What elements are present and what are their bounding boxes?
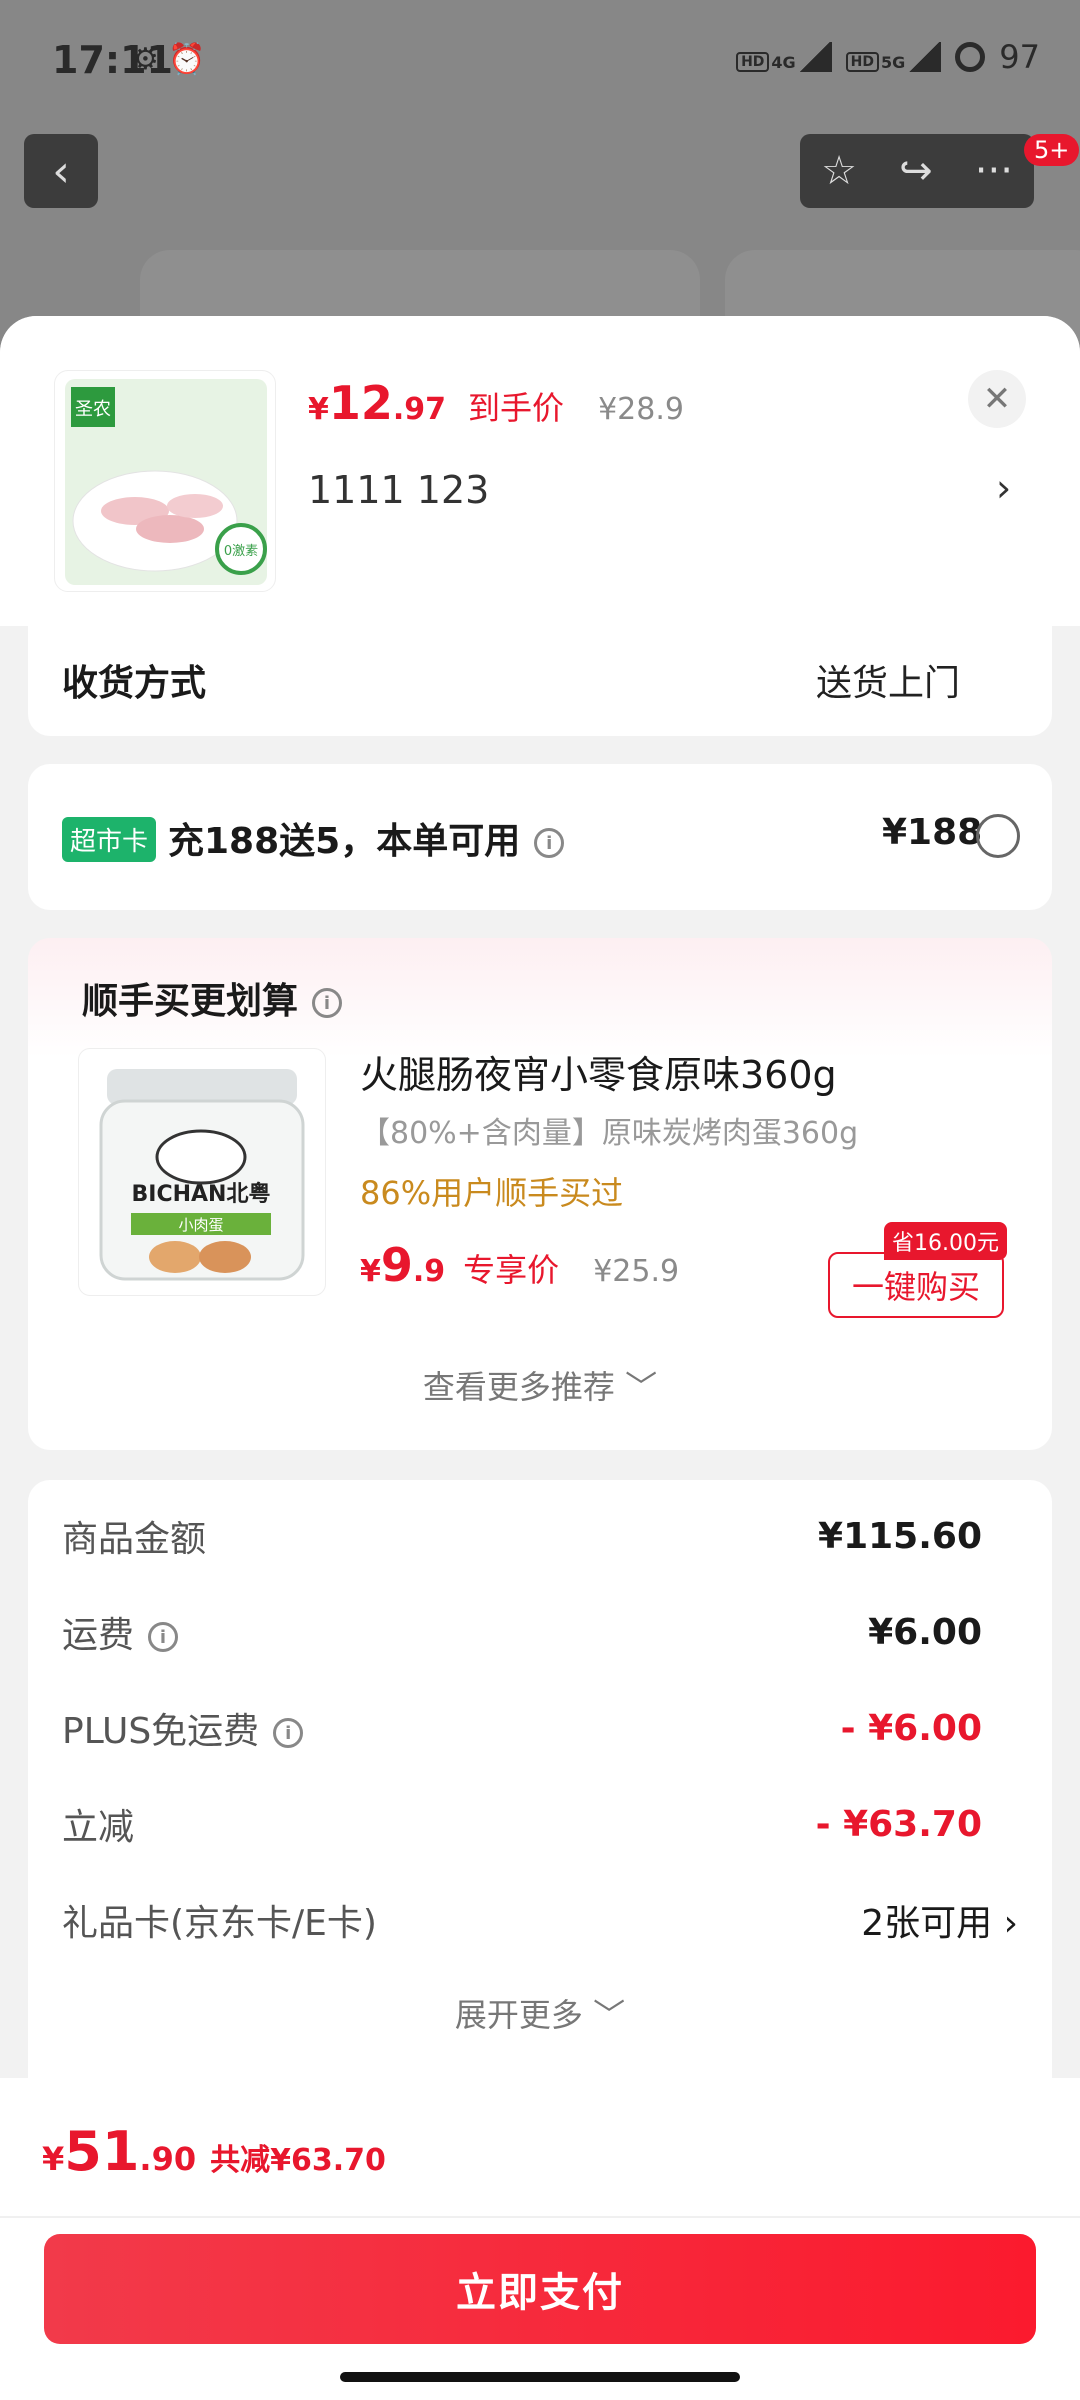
checkout-footer: ¥ 51 .90 共减¥63.70 立即支付 (0, 2078, 1080, 2400)
info-icon[interactable]: i (312, 988, 343, 1018)
status-indicators: HD 4G HD 5G 97 (736, 38, 1040, 76)
summary-row: 商品金额 ¥115.60 (62, 1510, 982, 1562)
price-decimal: .97 (392, 392, 447, 427)
price-decimal: .9 (412, 1254, 446, 1289)
total-savings: 共减¥63.70 (210, 2143, 386, 2178)
summary-label: 礼品卡(京东卡/E卡) (62, 1903, 377, 1944)
expand-more-link[interactable]: 展开更多 ﹀ (28, 1990, 1052, 2036)
chevron-left-icon: ‹ (52, 145, 70, 197)
info-icon[interactable]: i (534, 828, 565, 858)
share-icon[interactable]: ↪ (899, 148, 933, 194)
price-integer: 12 (328, 376, 393, 430)
nav-actions: ☆ ↪ ··· (800, 134, 1034, 208)
summary-row: 运费 i ¥6.00 (62, 1606, 982, 1658)
delivery-card[interactable]: 收货方式 送货上门 (28, 624, 1052, 736)
summary-row: 立减 - ¥63.70 (62, 1798, 982, 1850)
notification-icons: ⚙ ⏰ (132, 42, 206, 77)
product-image-art: 圣农 0激素 (65, 379, 267, 585)
summary-value: - ¥63.70 (815, 1803, 982, 1845)
battery-icon (955, 42, 986, 72)
summary-row: PLUS免运费 i - ¥6.00 (62, 1702, 982, 1754)
star-icon[interactable]: ☆ (821, 148, 857, 194)
pay-now-button[interactable]: 立即支付 (44, 2234, 1036, 2344)
price-tag: 专享价 (463, 1251, 560, 1289)
recommend-image[interactable]: BICHAN北粤 小肉蛋 (78, 1048, 326, 1296)
recommend-item-title[interactable]: 火腿肠夜宵小零食原味360g (360, 1044, 837, 1099)
close-icon: ✕ (982, 379, 1012, 419)
delivery-value: 送货上门 (816, 663, 961, 704)
member-card-price: ¥188 (882, 812, 983, 853)
summary-value: ¥6.00 (868, 1611, 982, 1653)
member-card-text: 充188送5，本单可用 (168, 821, 521, 862)
member-card-radio[interactable] (976, 814, 1020, 858)
total-price: ¥ 51 .90 共减¥63.70 (42, 2120, 386, 2183)
summary-label-wrap: PLUS免运费 i (62, 1702, 304, 1754)
currency-symbol: ¥ (42, 2140, 65, 2178)
info-icon[interactable]: i (273, 1718, 304, 1748)
total-integer: 51 (64, 2120, 140, 2183)
recommend-title: 顺手买更划算 (82, 981, 299, 1022)
order-summary: 商品金额 ¥115.60 运费 i ¥6.00 PLUS免运费 i - ¥6.00 … (28, 1480, 1052, 2100)
recommend-title-wrap: 顺手买更划算 i (82, 972, 343, 1024)
delivery-label: 收货方式 (62, 663, 207, 704)
divider (0, 2216, 1080, 2218)
summary-label: 商品金额 (62, 1519, 207, 1560)
back-button[interactable]: ‹ (24, 134, 98, 208)
product-image: 圣农 0激素 (54, 370, 276, 592)
battery-level: 97 (999, 38, 1040, 76)
more-icon[interactable]: ··· (975, 148, 1013, 194)
home-indicator[interactable] (340, 2372, 740, 2382)
notification-badge: 5+ (1024, 134, 1080, 166)
member-card-offer[interactable]: 超市卡 充188送5，本单可用 i ¥188 (28, 764, 1052, 910)
currency-symbol: ¥ (360, 1254, 381, 1289)
summary-label: 运费 (62, 1615, 135, 1656)
checkout-sheet: 圣农 0激素 ¥ 12 .97 到手价 ¥28.9 1111 123 › ✕ 收… (0, 316, 1080, 2400)
total-decimal: .90 (139, 2140, 197, 2178)
status-bar: 17:11 ⚙ ⏰ HD 4G HD 5G 97 (0, 0, 1080, 120)
recommend-item-subtitle: 【80%+含肉量】原味炭烤肉蛋360g (360, 1116, 859, 1151)
member-card-badge: 超市卡 (62, 817, 157, 862)
spec-selector[interactable]: 1111 123 (308, 468, 489, 512)
recommend-brand-text: BICHAN北粤 (132, 1181, 271, 1207)
summary-value: ¥115.60 (818, 1515, 982, 1557)
recommend-price: ¥ 9 .9 专享价 ¥25.9 (360, 1238, 679, 1292)
chevron-right-icon[interactable]: › (996, 466, 1011, 510)
product-badge-text: 0激素 (224, 544, 258, 559)
product-header: 圣农 0激素 ¥ 12 .97 到手价 ¥28.9 1111 123 › ✕ (0, 316, 1080, 626)
product-brand-text: 圣农 (75, 399, 111, 420)
price-integer: 9 (380, 1238, 413, 1292)
one-click-buy-button[interactable]: 一键购买 (828, 1252, 1004, 1318)
summary-value: - ¥6.00 (840, 1707, 982, 1749)
recommend-label-text: 小肉蛋 (178, 1216, 223, 1234)
summary-label-wrap: 运费 i (62, 1606, 179, 1658)
signal-icon: HD 4G (736, 42, 832, 72)
close-button[interactable]: ✕ (968, 370, 1026, 428)
product-price: ¥ 12 .97 到手价 ¥28.9 (308, 376, 684, 430)
recommend-image-art: BICHAN北粤 小肉蛋 (99, 1069, 305, 1281)
see-more-recommend-link[interactable]: 查看更多推荐 ﹀ (28, 1362, 1052, 1408)
summary-value: 2张可用 › (861, 1903, 1018, 1944)
original-price: ¥28.9 (598, 392, 684, 427)
gift-card-row[interactable]: 礼品卡(京东卡/E卡) 2张可用 › (62, 1894, 1018, 1946)
save-tag: 省16.00元 (884, 1222, 1007, 1260)
original-price: ¥25.9 (593, 1254, 680, 1289)
recommend-card: 顺手买更划算 i BICHAN北粤 小肉蛋 火腿肠夜宵小零食原味360g 【80%… (28, 938, 1052, 1450)
currency-symbol: ¥ (308, 392, 329, 427)
summary-label: 立减 (62, 1807, 135, 1848)
price-tag: 到手价 (468, 389, 565, 427)
recommend-item-stat: 86%用户顺手买过 (360, 1174, 624, 1212)
member-card-text-wrap: 充188送5，本单可用 i (168, 812, 565, 864)
info-icon[interactable]: i (148, 1622, 179, 1652)
summary-label: PLUS免运费 (62, 1711, 260, 1752)
signal-icon: HD 5G (845, 42, 942, 72)
